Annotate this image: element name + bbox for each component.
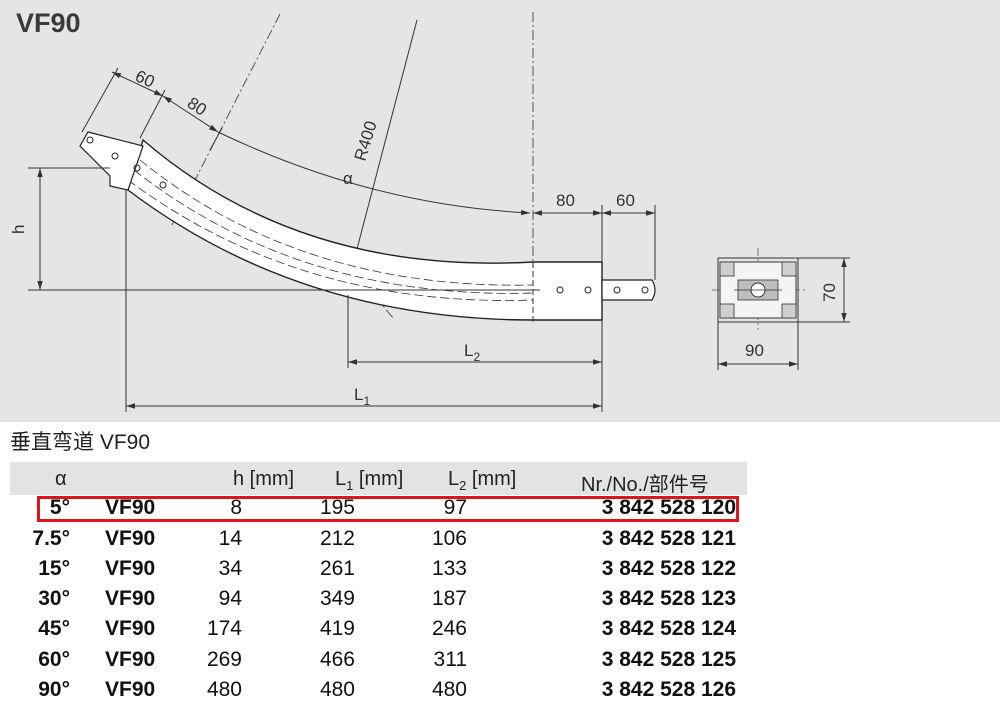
cell-L1: 261 (319, 557, 355, 580)
cell-alpha: 60° (38, 648, 70, 671)
dim-text-L2: L2 (464, 341, 480, 364)
cell-L2: 246 (431, 617, 467, 640)
cell-part-number: 3 842 528 122 (601, 557, 736, 580)
right-connector (601, 279, 656, 301)
header-L2: L2 [mm] (448, 468, 517, 493)
header-h: h [mm] (233, 468, 295, 490)
cell-h: 269 (206, 648, 242, 671)
cell-h: 480 (206, 678, 242, 701)
table-row: 45° VF90 174 419 246 3 842 528 124 (10, 615, 747, 645)
cell-alpha: 45° (38, 617, 70, 640)
dim-text-90: 90 (745, 341, 764, 360)
dim-text-L1: L1 (354, 385, 370, 408)
cell-h: 94 (218, 587, 242, 610)
ext-line (139, 89, 166, 139)
cell-L1: 349 (319, 587, 355, 610)
table-row: 90° VF90 480 480 480 3 842 528 126 (10, 676, 747, 706)
cell-type: VF90 (105, 678, 156, 701)
cell-L2: 106 (431, 527, 467, 550)
table-row: 15° VF90 34 261 133 3 842 528 122 (10, 555, 747, 585)
curve-drawing-svg: 60 80 α R400 80 60 h L2 L1 70 90 (9, 12, 850, 412)
table-row: 30° VF90 94 349 187 3 842 528 123 (10, 585, 747, 615)
cell-type: VF90 (105, 617, 156, 640)
ext-line (209, 127, 223, 151)
cell-part-number: 3 842 528 121 (601, 527, 736, 550)
cell-type: VF90 (105, 557, 156, 580)
cell-alpha: 15° (38, 557, 70, 580)
cell-part-number: 3 842 528 124 (601, 617, 736, 640)
highlight-box (37, 496, 739, 522)
cell-L2: 187 (431, 587, 467, 610)
header-nr: Nr./No./部件号 (581, 474, 709, 496)
dim-text-h: h (9, 225, 28, 234)
cell-alpha: 90° (38, 678, 70, 701)
dim-text-60b: 60 (616, 191, 635, 210)
cell-L1: 212 (319, 527, 355, 550)
cell-part-number: 3 842 528 126 (601, 678, 736, 701)
cell-L2: 311 (433, 648, 467, 671)
dim-text-alpha: α (343, 169, 353, 188)
cell-type: VF90 (105, 648, 156, 671)
cell-h: 14 (218, 527, 242, 550)
dim-text-70: 70 (820, 283, 839, 302)
cell-alpha: 30° (38, 587, 70, 610)
cell-alpha: 7.5° (32, 527, 70, 550)
cell-L1: 466 (319, 648, 355, 671)
cell-part-number: 3 842 528 125 (601, 648, 736, 671)
table-header: α h [mm] L1 [mm] L2 [mm] Nr./No./部件号 (10, 462, 747, 496)
profile-cross-section (712, 248, 850, 370)
cell-type: VF90 (105, 527, 156, 550)
cell-L2: 480 (431, 678, 467, 701)
dim-text-80b: 80 (556, 191, 575, 210)
table-caption: 垂直弯道 VF90 (10, 431, 151, 454)
cell-h: 174 (206, 617, 242, 640)
header-L1: L1 [mm] (335, 468, 404, 493)
page-title: VF90 (16, 8, 81, 38)
ext-line (81, 67, 119, 133)
dim-text-60a: 60 (132, 66, 157, 91)
dim-text-80a: 80 (184, 93, 210, 119)
cell-L2: 133 (431, 557, 467, 580)
cell-type: VF90 (105, 587, 156, 610)
cell-part-number: 3 842 528 123 (601, 587, 736, 610)
dim-text-radius: R400 (351, 119, 381, 163)
technical-drawing: 60 80 α R400 80 60 h L2 L1 70 90 VF90 (0, 0, 1000, 422)
table-row: 60° VF90 269 466 311 3 842 528 125 (10, 646, 747, 676)
cell-L1: 480 (319, 678, 355, 701)
cell-h: 34 (218, 557, 242, 580)
table-row: 7.5° VF90 14 212 106 3 842 528 121 (10, 525, 747, 555)
header-alpha: α (55, 468, 67, 490)
cell-L1: 419 (319, 617, 355, 640)
